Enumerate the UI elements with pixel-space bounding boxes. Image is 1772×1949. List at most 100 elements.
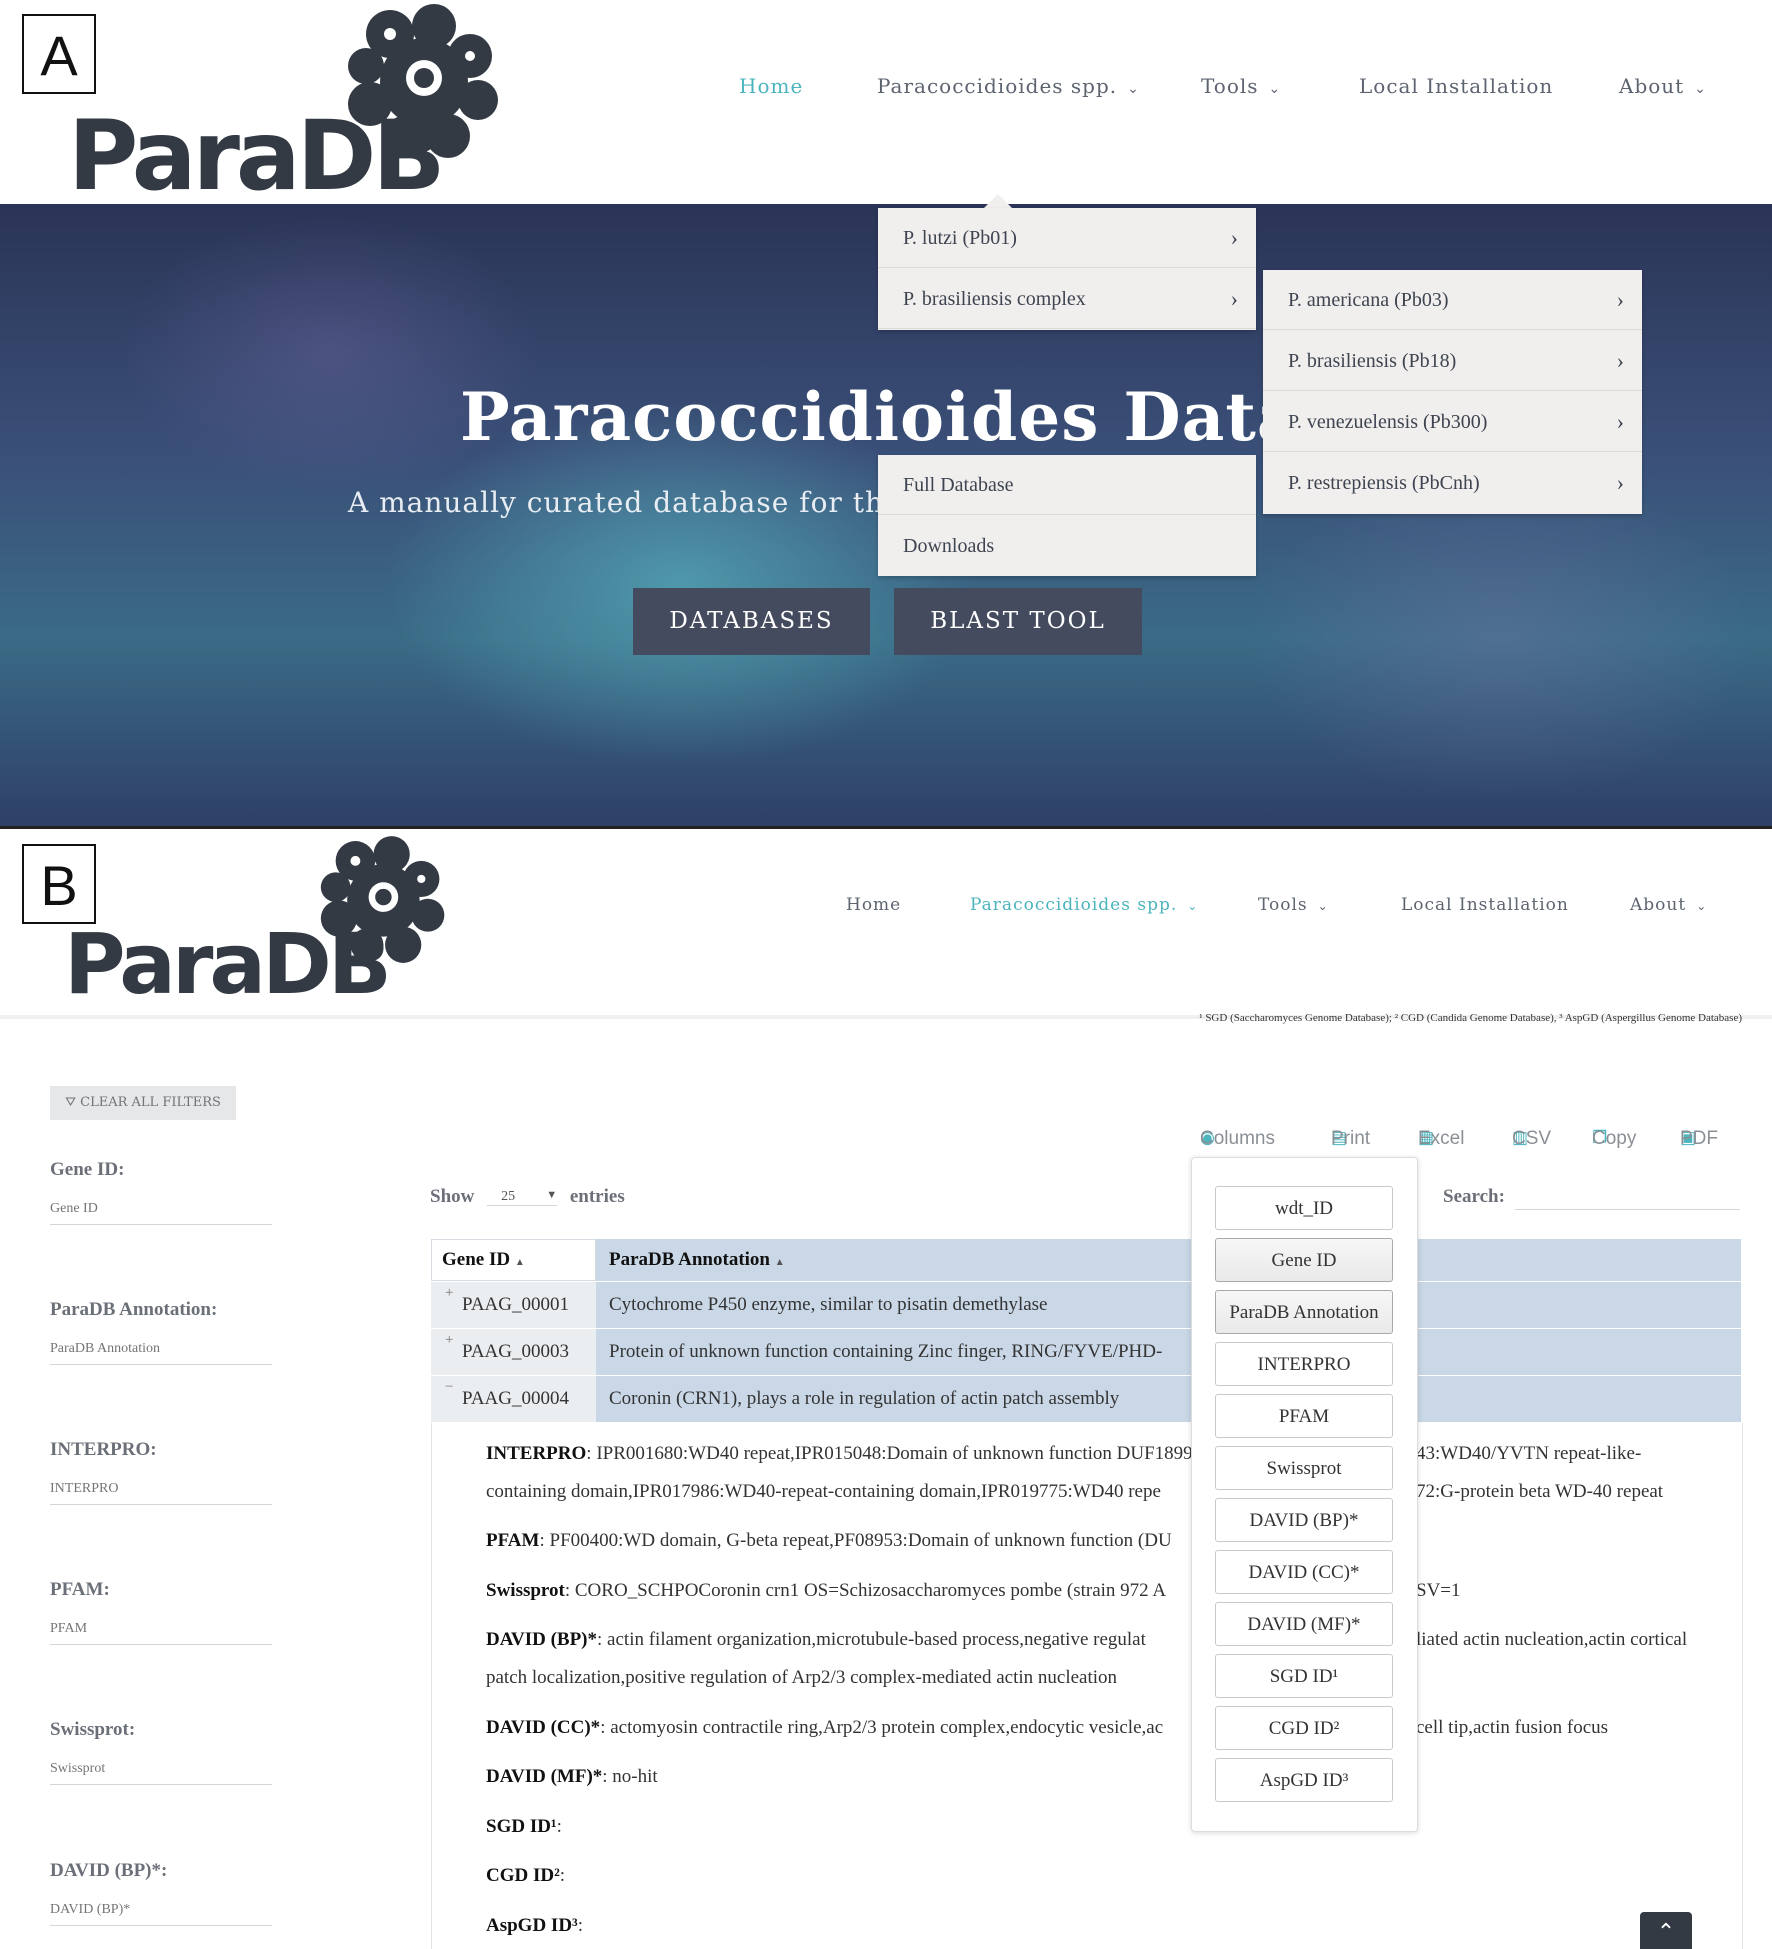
table-row[interactable]: + PAAG_00003 Protein of unknown function… bbox=[431, 1329, 1741, 1376]
nav-about-label: About bbox=[1630, 895, 1687, 915]
gene-id-cell: PAAG_00004 bbox=[462, 1388, 569, 1409]
column-toggle-sgd-id[interactable]: SGD ID¹ bbox=[1215, 1654, 1393, 1698]
menu-item-brasiliensis-complex[interactable]: P. brasiliensis complex › bbox=[878, 269, 1256, 329]
paradb-logo[interactable]: ParaDB bbox=[64, 835, 445, 1013]
annotation-cell: Coronin (CRN1), plays a role in regulati… bbox=[609, 1388, 1120, 1409]
blast-tool-button[interactable]: BLAST TOOL bbox=[894, 588, 1142, 655]
column-toggle-david-bp[interactable]: DAVID (BP)* bbox=[1215, 1498, 1393, 1542]
submenu-item-americana[interactable]: P. americana (Pb03) › bbox=[1263, 270, 1642, 330]
clear-all-filters-button[interactable]: ⛛ CLEAR ALL FILTERS bbox=[50, 1086, 236, 1120]
database-dropdown: Full Database Downloads bbox=[878, 455, 1256, 576]
detail-david-bp-line2: patch localization,positive regulation o… bbox=[486, 1667, 1118, 1688]
nav-tools-label: Tools bbox=[1201, 74, 1259, 98]
detail-key: Swissprot bbox=[486, 1580, 565, 1601]
chevron-down-icon: ⌄ bbox=[1127, 81, 1140, 97]
chevron-right-icon: › bbox=[1616, 470, 1624, 495]
nav-tools[interactable]: Tools ⌄ bbox=[1258, 895, 1329, 915]
nav-home[interactable]: Home bbox=[846, 895, 901, 915]
detail-swissprot: Swissprot: CORO_SCHPOCoronin crn1 OS=Sch… bbox=[486, 1580, 1166, 1602]
submenu-item-restrepiensis[interactable]: P. restrepiensis (PbCnh) › bbox=[1263, 453, 1642, 513]
entries-select-value: 25 bbox=[501, 1189, 516, 1205]
pdf-label: PDF bbox=[1680, 1128, 1718, 1149]
filter-label-swissprot: Swissprot: bbox=[50, 1719, 136, 1740]
menu-item-label: P. restrepiensis (PbCnh) bbox=[1288, 472, 1480, 494]
nav-species-label: Paracoccidioides spp. bbox=[877, 74, 1118, 98]
sort-asc-icon: ▲ bbox=[774, 1257, 785, 1268]
clear-filters-label: CLEAR ALL FILTERS bbox=[80, 1095, 221, 1110]
menu-item-label: P. brasiliensis complex bbox=[903, 288, 1086, 310]
nav-species[interactable]: Paracoccidioides spp. ⌄ bbox=[970, 895, 1198, 915]
panel-b: B ParaDB Home Paracoccidioides spp. ⌄ Too bbox=[0, 826, 1772, 1949]
filter-input-swissprot[interactable] bbox=[50, 1754, 272, 1785]
table-header-row: Gene ID ▲ ParaDB Annotation ▲ bbox=[431, 1239, 1741, 1282]
submenu-item-venezuelensis[interactable]: P. venezuelensis (Pb300) › bbox=[1263, 392, 1642, 452]
column-toggle-wdt-id[interactable]: wdt_ID bbox=[1215, 1186, 1393, 1230]
column-toggle-david-mf[interactable]: DAVID (MF)* bbox=[1215, 1602, 1393, 1646]
table-row[interactable]: + PAAG_00001 Cytochrome P450 enzyme, sim… bbox=[431, 1282, 1741, 1329]
header-paradb-annotation[interactable]: ParaDB Annotation ▲ bbox=[609, 1239, 785, 1281]
nav-about[interactable]: About ⌄ bbox=[1630, 895, 1707, 915]
header-gene-id[interactable]: Gene ID ▲ bbox=[442, 1239, 525, 1281]
expand-icon[interactable]: + bbox=[445, 1317, 453, 1363]
filter-label-gene-id: Gene ID: bbox=[50, 1159, 125, 1180]
collapse-icon[interactable]: − bbox=[445, 1364, 453, 1410]
filter-input-interpro[interactable] bbox=[50, 1474, 272, 1505]
column-toggle-interpro[interactable]: INTERPRO bbox=[1215, 1342, 1393, 1386]
logo-text: ParaDB bbox=[64, 915, 392, 1013]
column-toggle-paradb-annotation[interactable]: ParaDB Annotation bbox=[1215, 1290, 1393, 1334]
detail-value: : actomyosin contractile ring,Arp2/3 pro… bbox=[600, 1717, 1164, 1738]
annotation-cell: Cytochrome P450 enzyme, similar to pisat… bbox=[609, 1294, 1048, 1315]
csv-label: CSV bbox=[1512, 1128, 1552, 1149]
nav-species[interactable]: Paracoccidioides spp. ⌄ bbox=[877, 74, 1140, 98]
menu-item-lutzi[interactable]: P. lutzi (Pb01) › bbox=[878, 208, 1256, 268]
detail-aspgd-id: AspGD ID³: bbox=[486, 1915, 583, 1937]
filter-input-pfam[interactable] bbox=[50, 1614, 272, 1645]
nav-about[interactable]: About ⌄ bbox=[1619, 74, 1707, 98]
table-row[interactable]: − PAAG_00004 Coronin (CRN1), plays a rol… bbox=[431, 1376, 1741, 1423]
detail-interpro-line2-cont: 72:G-protein beta WD-40 repeat bbox=[1416, 1481, 1664, 1502]
menu-item-label: P. lutzi (Pb01) bbox=[903, 227, 1017, 249]
expand-icon[interactable]: + bbox=[445, 1270, 453, 1316]
column-toggle-aspgd-id[interactable]: AspGD ID³ bbox=[1215, 1758, 1393, 1802]
chevron-down-icon: ⌄ bbox=[1694, 81, 1707, 97]
gene-id-cell: PAAG_00003 bbox=[462, 1341, 569, 1362]
filter-input-paradb-annotation[interactable] bbox=[50, 1334, 272, 1365]
column-toggle-swissprot[interactable]: Swissprot bbox=[1215, 1446, 1393, 1490]
chevron-up-icon: ⌃ bbox=[1656, 1919, 1676, 1944]
menu-item-downloads[interactable]: Downloads bbox=[878, 516, 1256, 576]
filter-input-gene-id[interactable] bbox=[50, 1194, 272, 1225]
filter-input-david-bp[interactable] bbox=[50, 1895, 272, 1926]
chevron-right-icon: › bbox=[1230, 225, 1238, 250]
chevron-down-icon: ⌄ bbox=[1268, 81, 1282, 97]
column-toggle-david-cc[interactable]: DAVID (CC)* bbox=[1215, 1550, 1393, 1594]
menu-item-full-database[interactable]: Full Database bbox=[878, 455, 1256, 515]
databases-button[interactable]: DATABASES bbox=[633, 588, 870, 655]
submenu-item-brasiliensis[interactable]: P. brasiliensis (Pb18) › bbox=[1263, 331, 1642, 391]
nav-home[interactable]: Home bbox=[739, 74, 803, 98]
detail-value: : bbox=[559, 1865, 566, 1886]
detail-swissprot-cont: SV=1 bbox=[1416, 1580, 1461, 1601]
column-toggle-cgd-id[interactable]: CGD ID² bbox=[1215, 1706, 1393, 1750]
detail-key: DAVID (BP)* bbox=[486, 1629, 598, 1650]
column-visibility-menu: wdt_ID Gene ID ParaDB Annotation INTERPR… bbox=[1191, 1157, 1418, 1832]
detail-david-cc: DAVID (CC)*: actomyosin contractile ring… bbox=[486, 1717, 1163, 1739]
detail-key: AspGD ID³ bbox=[486, 1915, 578, 1936]
detail-key: PFAM bbox=[486, 1530, 540, 1551]
menu-item-label: P. americana (Pb03) bbox=[1288, 289, 1449, 311]
column-toggle-gene-id[interactable]: Gene ID bbox=[1215, 1238, 1393, 1282]
nav-local-installation[interactable]: Local Installation bbox=[1359, 74, 1553, 98]
brasiliensis-submenu: P. americana (Pb03) › P. brasiliensis (Pb… bbox=[1263, 270, 1642, 514]
sort-asc-icon: ▲ bbox=[514, 1257, 525, 1268]
nav-local-installation[interactable]: Local Installation bbox=[1401, 895, 1569, 915]
scroll-to-top-button[interactable]: ⌃ bbox=[1640, 1912, 1692, 1949]
header-annotation-label: ParaDB Annotation bbox=[609, 1249, 770, 1270]
column-toggle-pfam[interactable]: PFAM bbox=[1215, 1394, 1393, 1438]
menu-item-label: P. venezuelensis (Pb300) bbox=[1288, 411, 1488, 433]
detail-key: DAVID (MF)* bbox=[486, 1766, 603, 1787]
search-input[interactable] bbox=[1515, 1179, 1740, 1210]
paradb-logo[interactable]: ParaDB bbox=[68, 4, 498, 212]
chevron-right-icon: › bbox=[1616, 287, 1624, 312]
show-entries: Show 25 ▼ entries bbox=[430, 1186, 625, 1208]
entries-select[interactable]: 25 ▼ bbox=[487, 1189, 558, 1207]
nav-tools[interactable]: Tools ⌄ bbox=[1201, 74, 1281, 98]
